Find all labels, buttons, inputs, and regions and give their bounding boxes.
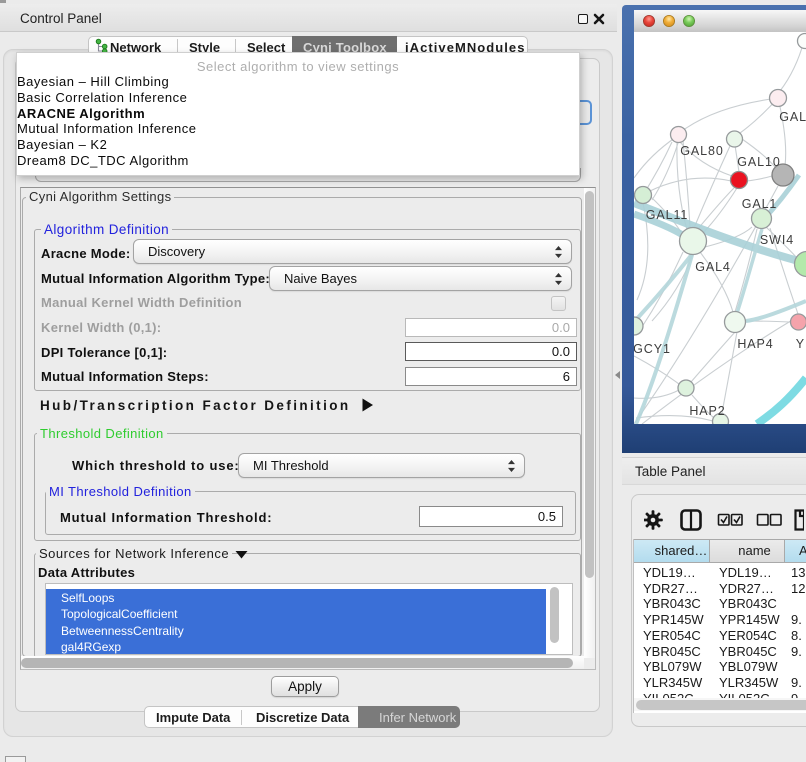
svg-text:HAP4: HAP4: [737, 337, 773, 351]
svg-text:GAL10: GAL10: [737, 155, 780, 169]
svg-text:GAL4: GAL4: [695, 260, 731, 274]
svg-text:YM: YM: [796, 337, 806, 351]
svg-text:HAP2: HAP2: [689, 404, 725, 418]
svg-text:GAL1: GAL1: [742, 197, 778, 211]
svg-text:SWI4: SWI4: [760, 233, 794, 247]
svg-text:GAL11: GAL11: [646, 208, 689, 222]
svg-text:GAL80: GAL80: [680, 144, 723, 158]
svg-text:GCY1: GCY1: [634, 342, 671, 356]
svg-text:GAL2: GAL2: [779, 110, 806, 124]
